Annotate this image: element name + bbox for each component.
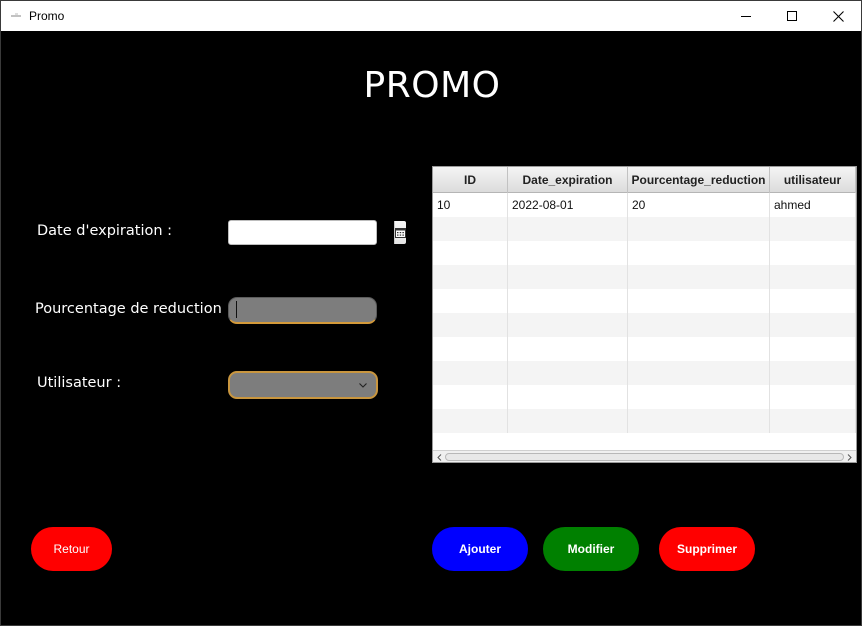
column-header-date-expiration[interactable]: Date_expiration [508, 167, 628, 193]
date-expiration-picker[interactable] [228, 220, 406, 245]
calendar-icon [395, 227, 406, 238]
maximize-icon [787, 11, 797, 21]
promo-table[interactable]: ID Date_expiration Pourcentage_reduction… [432, 166, 857, 463]
scroll-right-icon[interactable] [844, 452, 854, 462]
empty-row [433, 337, 856, 361]
ajouter-button[interactable]: Ajouter [432, 527, 528, 571]
title-bar[interactable]: Promo [1, 1, 861, 31]
pourcentage-input[interactable] [228, 297, 377, 324]
cell-pourcentage: 20 [628, 193, 770, 217]
app-window: Promo PROMO Date d'expiration : Pourcent… [0, 0, 862, 626]
retour-button[interactable]: Retour [31, 527, 112, 571]
close-button[interactable] [815, 1, 861, 31]
supprimer-button[interactable]: Supprimer [659, 527, 755, 571]
empty-row [433, 409, 856, 433]
column-header-utilisateur[interactable]: utilisateur [770, 167, 856, 193]
app-icon [9, 9, 23, 23]
utilisateur-combobox[interactable] [228, 371, 378, 399]
window-title: Promo [29, 9, 65, 23]
cell-date-expiration: 2022-08-01 [508, 193, 628, 217]
empty-row [433, 217, 856, 241]
column-header-id[interactable]: ID [433, 167, 508, 193]
empty-row [433, 361, 856, 385]
empty-row [433, 241, 856, 265]
page-title: PROMO [363, 65, 501, 106]
table-body: 10 2022-08-01 20 ahmed [433, 193, 856, 433]
date-expiration-label: Date d'expiration : [37, 223, 173, 239]
minimize-button[interactable] [723, 1, 769, 31]
empty-row [433, 289, 856, 313]
column-header-pourcentage[interactable]: Pourcentage_reduction [628, 167, 770, 193]
modifier-button[interactable]: Modifier [543, 527, 639, 571]
table-header: ID Date_expiration Pourcentage_reduction… [433, 167, 856, 193]
window-controls [723, 1, 861, 31]
utilisateur-label: Utilisateur : [37, 375, 122, 391]
cell-id: 10 [433, 193, 508, 217]
minimize-icon [741, 16, 751, 17]
cell-utilisateur: ahmed [770, 193, 856, 217]
scroll-left-icon[interactable] [434, 452, 444, 462]
empty-row [433, 385, 856, 409]
text-caret [236, 301, 237, 318]
close-icon [832, 10, 844, 22]
date-expiration-input[interactable] [229, 221, 394, 244]
maximize-button[interactable] [769, 1, 815, 31]
pourcentage-label: Pourcentage de reduction : [35, 301, 232, 317]
empty-row [433, 265, 856, 289]
calendar-button[interactable] [394, 221, 406, 244]
scrollbar-thumb[interactable] [445, 453, 844, 461]
chevron-down-icon [358, 380, 368, 390]
empty-row [433, 313, 856, 337]
horizontal-scrollbar[interactable] [433, 450, 856, 462]
table-row[interactable]: 10 2022-08-01 20 ahmed [433, 193, 856, 217]
